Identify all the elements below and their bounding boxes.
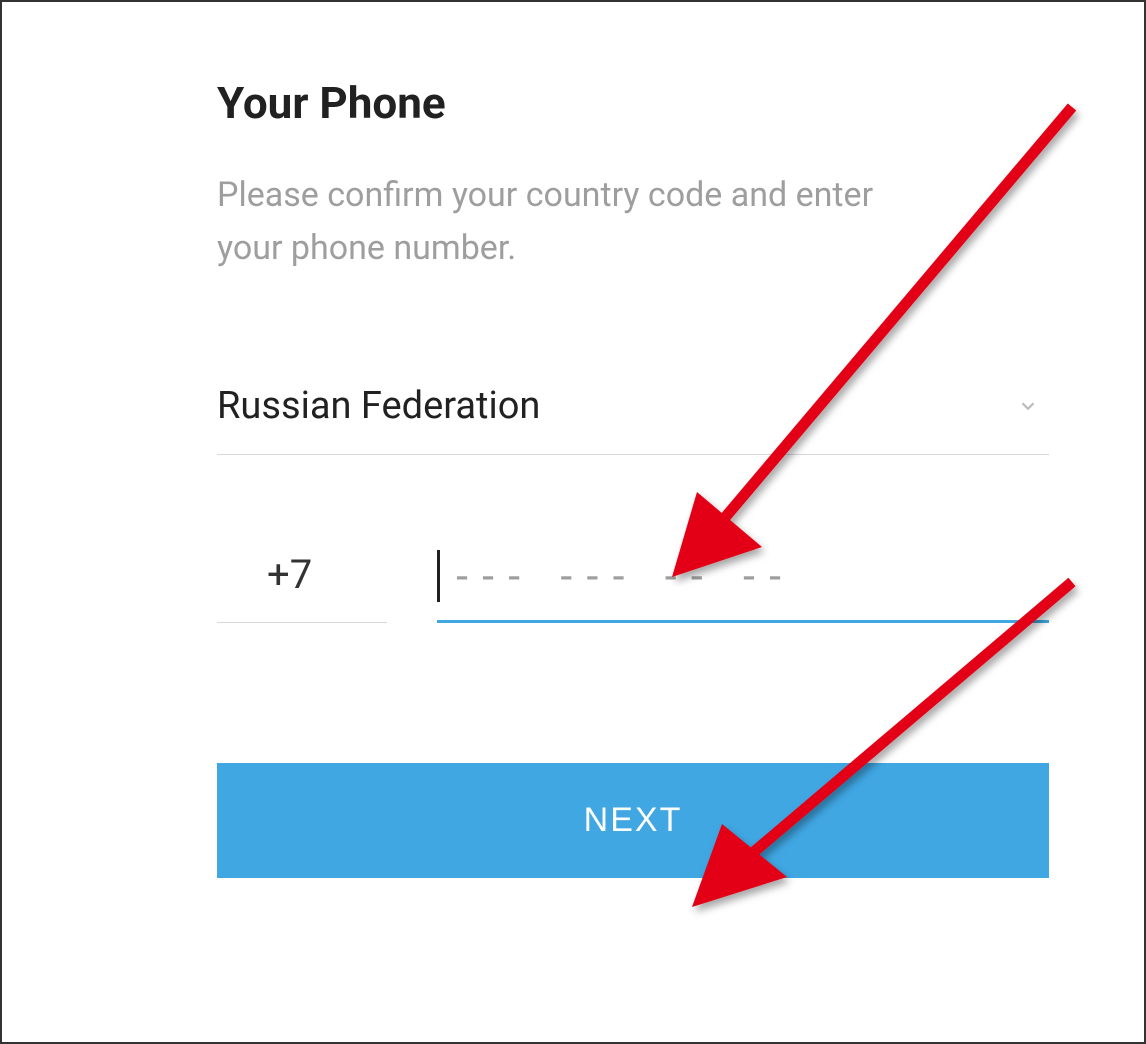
- chevron-down-icon: [1017, 395, 1039, 417]
- page-subtitle: Please confirm your country code and ent…: [217, 169, 937, 274]
- country-selected-label: Russian Federation: [217, 384, 540, 428]
- phone-input-row: +7 --- --- -- --: [217, 550, 1049, 623]
- text-cursor: [437, 550, 440, 602]
- phone-number-input[interactable]: --- --- -- --: [437, 550, 1049, 623]
- country-code-field[interactable]: +7: [217, 551, 387, 623]
- next-button[interactable]: NEXT: [217, 763, 1049, 878]
- page-title: Your Phone: [217, 77, 1049, 129]
- phone-placeholder: --- --- -- --: [450, 553, 789, 599]
- country-select[interactable]: Russian Federation: [217, 384, 1049, 455]
